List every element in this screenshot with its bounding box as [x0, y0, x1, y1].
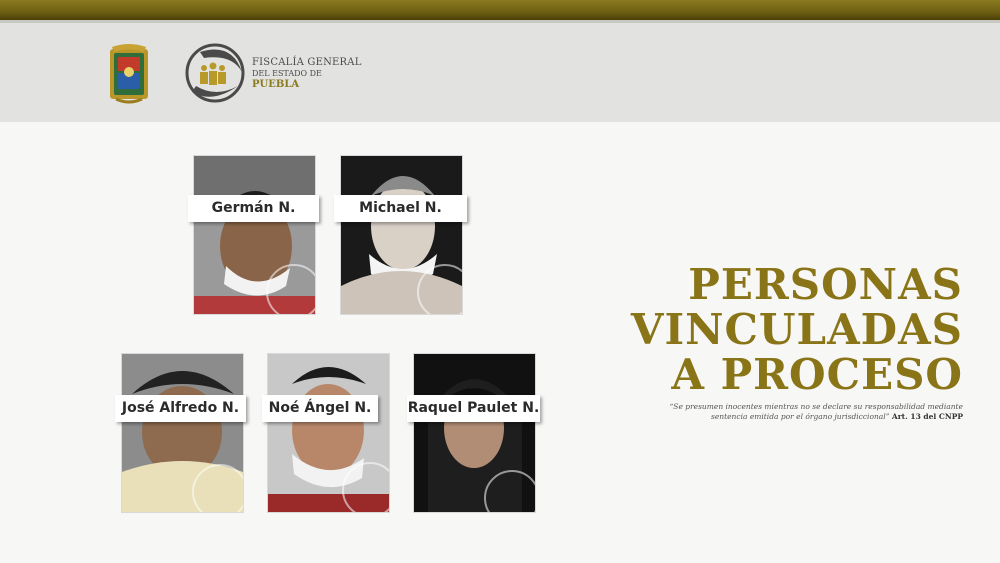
title-line1: PERSONAS [688, 260, 963, 309]
person-name-label-4: Noé Ángel N. [262, 395, 378, 422]
person-name-label-2: Michael N. [334, 195, 467, 222]
person-photo-5 [413, 353, 536, 513]
state-seal-icon [110, 44, 148, 104]
legal-disclaimer: “Se presumen inocentes mientras no se de… [563, 402, 963, 422]
watermark-icon [192, 464, 243, 512]
person-photo-4 [267, 353, 390, 513]
person-name-label-5: Raquel Paulet N. [407, 395, 540, 422]
title-line3: A PROCESO [671, 350, 963, 399]
disclaimer-line1: “Se presumen inocentes mientras no se de… [669, 402, 963, 411]
top-gold-bar [0, 0, 1000, 20]
disclaimer-line2: sentencia emitida por el órgano jurisdic… [710, 412, 890, 421]
fge-logo-icon [185, 43, 245, 103]
header-band [0, 23, 1000, 122]
person-photo-2 [340, 155, 463, 315]
person-name-label-1: Germán N. [188, 195, 319, 222]
disclaimer-citation: Art. 13 del CNPP [891, 412, 963, 421]
fge-wordmark: FISCALÍA GENERAL DEL ESTADO DE PUEBLA [252, 57, 362, 90]
title-line2: VINCULADAS [630, 305, 963, 354]
org-name-line2: DEL ESTADO DE [252, 69, 322, 78]
person-photo-1 [193, 155, 316, 315]
person-name-label-3: José Alfredo N. [115, 395, 246, 422]
watermark-icon [266, 264, 315, 314]
watermark-icon [417, 264, 462, 314]
watermark-icon [342, 462, 389, 512]
org-name-line3: PUEBLA [252, 79, 300, 90]
page-title: PERSONAS VINCULADAS A PROCESO [631, 262, 963, 397]
org-name-line1: FISCALÍA GENERAL [252, 57, 362, 68]
person-photo-3 [121, 353, 244, 513]
